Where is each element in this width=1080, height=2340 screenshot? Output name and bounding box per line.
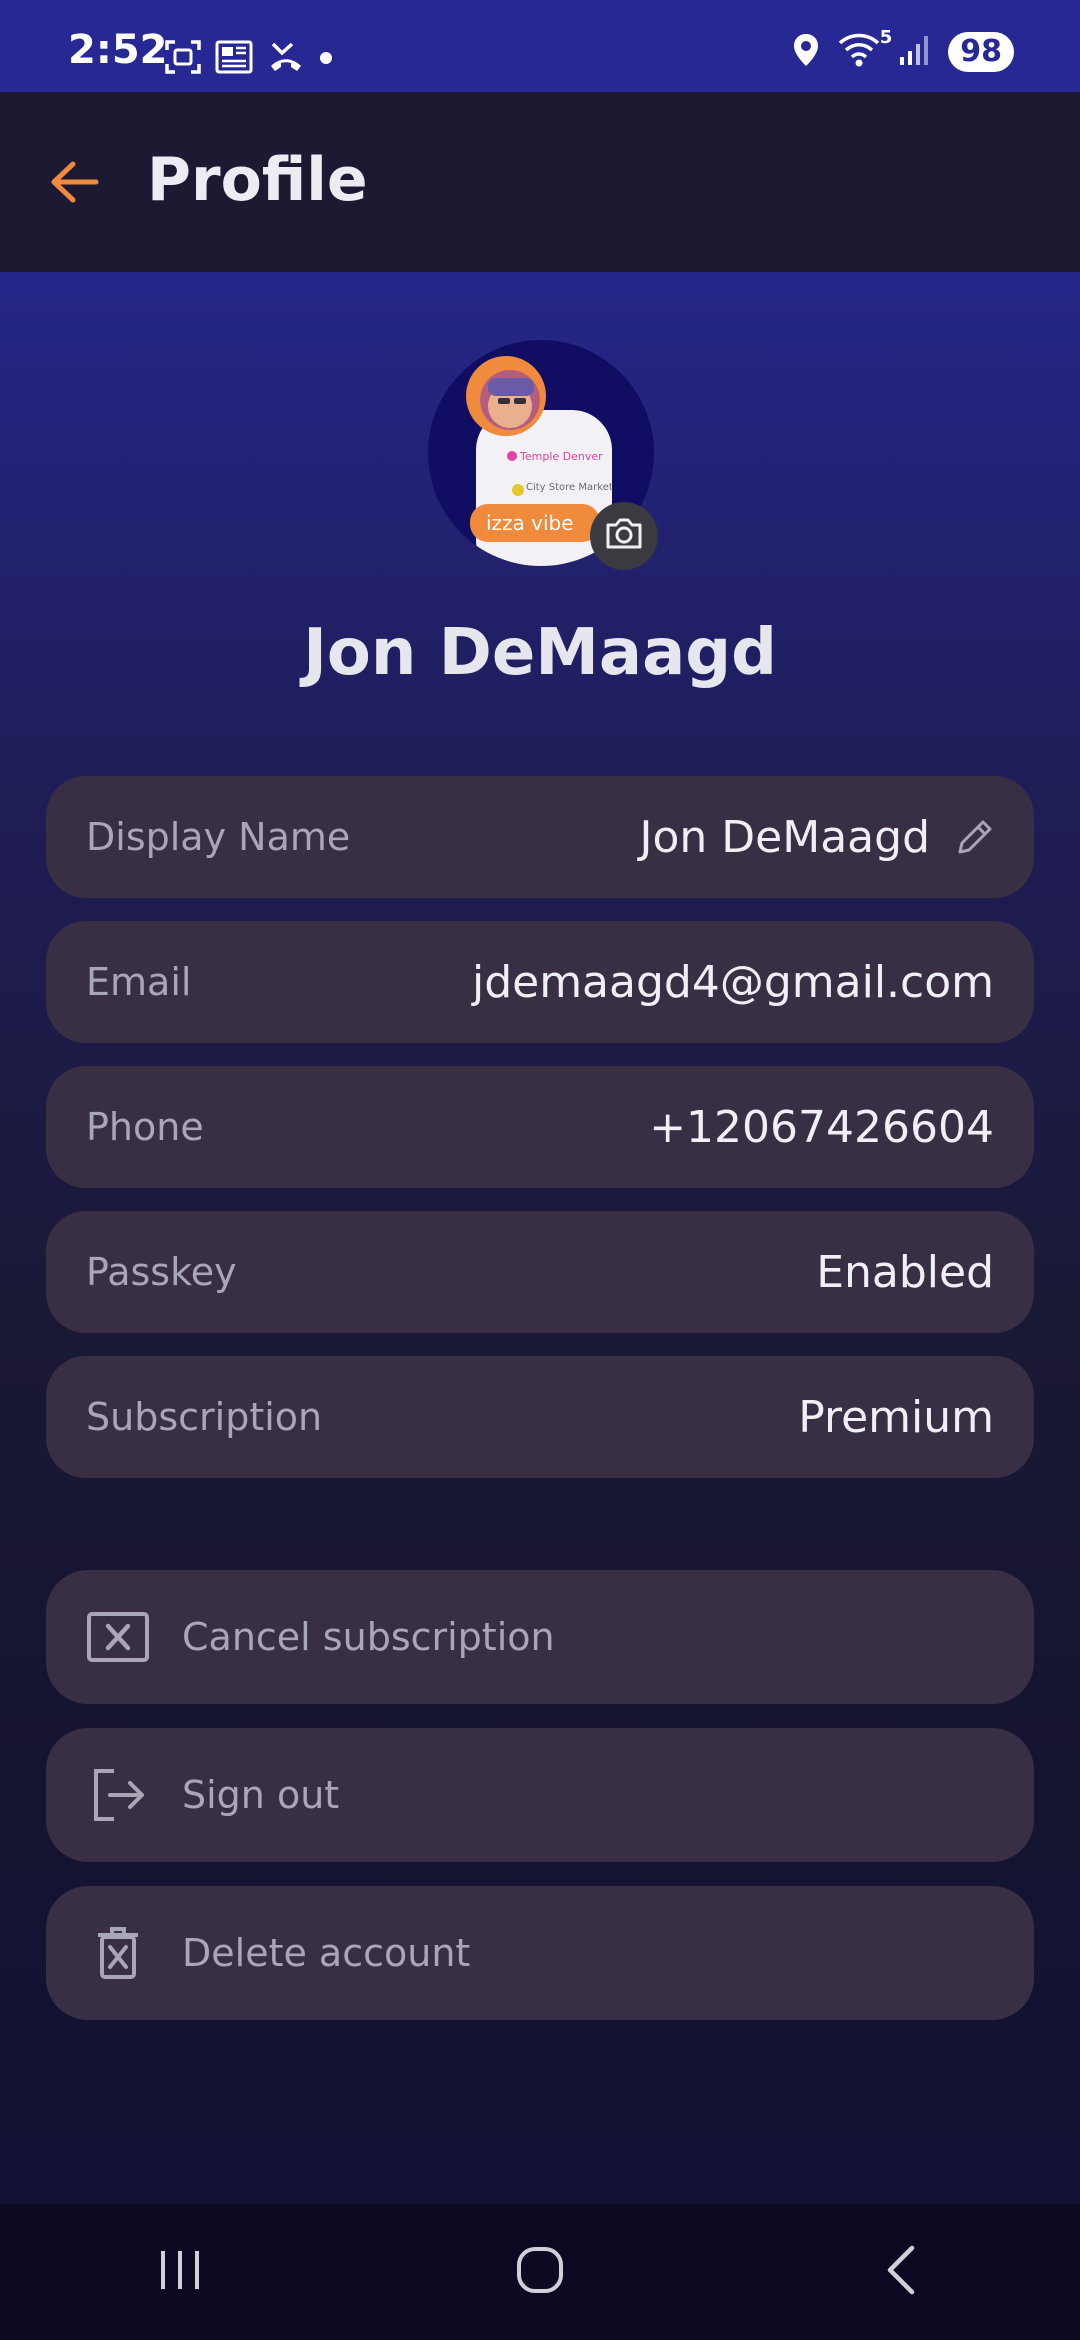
- display-name-label: Display Name: [86, 815, 351, 859]
- avatar-map-label-2: City Store Market: [526, 482, 613, 493]
- cancel-subscription-button[interactable]: Cancel subscription: [46, 1570, 1034, 1704]
- email-value: jdemaagd4@gmail.com: [471, 956, 994, 1008]
- arrow-left-icon: [49, 160, 99, 208]
- change-photo-button[interactable]: [590, 502, 658, 570]
- cancel-subscription-label: Cancel subscription: [182, 1615, 555, 1659]
- recent-apps-icon: [157, 2247, 203, 2297]
- avatar-map-label: Temple Denver: [519, 450, 603, 463]
- subscription-value: Premium: [798, 1391, 994, 1443]
- subscription-label: Subscription: [86, 1395, 323, 1439]
- passkey-value: Enabled: [816, 1246, 994, 1298]
- dot-icon: [319, 50, 333, 69]
- email-label: Email: [86, 960, 192, 1004]
- status-time: 2:52: [68, 27, 168, 73]
- system-nav-bar: [0, 2204, 1080, 2340]
- logout-icon: [86, 1763, 150, 1827]
- status-system-icons: 5 98: [792, 27, 1014, 72]
- chevron-left-icon: [882, 2244, 918, 2300]
- recent-apps-button[interactable]: [120, 2232, 240, 2312]
- screenshot-icon: [165, 40, 201, 78]
- avatar-badge-label: izza vibe: [486, 511, 574, 535]
- wifi-band-label: 5: [879, 27, 893, 48]
- status-bar: 2:52 5 98: [0, 0, 1080, 92]
- phone-value: +12067426604: [649, 1101, 994, 1153]
- passkey-label: Passkey: [86, 1250, 237, 1294]
- pencil-icon[interactable]: [956, 818, 994, 856]
- location-icon: [792, 33, 820, 71]
- x-box-icon: [86, 1605, 150, 1669]
- missed-call-icon: [267, 40, 305, 78]
- page-title: Profile: [147, 145, 368, 215]
- passkey-row: Passkey Enabled: [46, 1211, 1034, 1333]
- display-name-value-wrap: Jon DeMaagd: [640, 812, 994, 863]
- display-name-row[interactable]: Display Name Jon DeMaagd: [46, 776, 1034, 898]
- sign-out-label: Sign out: [182, 1773, 340, 1817]
- delete-account-button[interactable]: Delete account: [46, 1886, 1034, 2020]
- trash-icon: [86, 1921, 150, 1985]
- home-icon: [515, 2245, 565, 2299]
- sign-out-button[interactable]: Sign out: [46, 1728, 1034, 1862]
- status-notification-icons: [165, 40, 333, 78]
- camera-icon: [604, 517, 644, 555]
- profile-name: Jon DeMaagd: [303, 616, 777, 690]
- battery-badge: 98: [948, 32, 1014, 72]
- subscription-row: Subscription Premium: [46, 1356, 1034, 1478]
- phone-label: Phone: [86, 1105, 204, 1149]
- home-button[interactable]: [480, 2232, 600, 2312]
- news-icon: [215, 40, 253, 78]
- system-back-button[interactable]: [840, 2232, 960, 2312]
- phone-row: Phone +12067426604: [46, 1066, 1034, 1188]
- wifi-icon: 5: [838, 27, 892, 71]
- delete-account-label: Delete account: [182, 1931, 471, 1975]
- app-bar: Profile: [0, 92, 1080, 272]
- display-name-value: Jon DeMaagd: [639, 811, 930, 863]
- cell-signal-icon: [898, 33, 930, 71]
- back-button[interactable]: [40, 154, 108, 214]
- email-row: Email jdemaagd4@gmail.com: [46, 921, 1034, 1043]
